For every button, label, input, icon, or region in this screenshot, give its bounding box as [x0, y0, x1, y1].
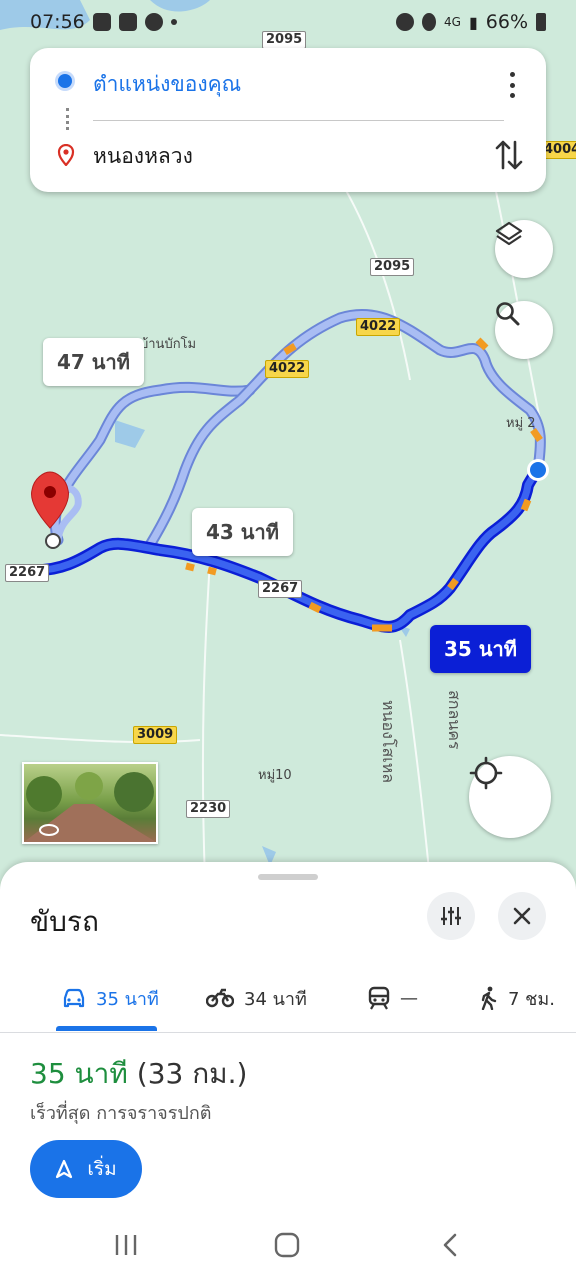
- tab-transit-label: —: [400, 987, 418, 1009]
- road-shield: 2267: [258, 580, 303, 598]
- messenger-icon: [144, 13, 163, 31]
- swap-directions-button[interactable]: [494, 138, 524, 172]
- place-label: หมู่10: [258, 768, 292, 783]
- route-description: เร็วที่สุด การจราจรปกติ: [30, 1103, 212, 1124]
- signal-icon: ▮: [468, 12, 478, 32]
- tab-motorcycle-label: 34 นาที: [244, 988, 307, 1010]
- tab-motorcycle[interactable]: 34 นาที: [206, 966, 307, 1030]
- status-bar: 07:56 4G ▮ 66%: [0, 0, 576, 44]
- route-summary: 35 นาที (33 กม.): [30, 1052, 247, 1096]
- location-icon: [422, 13, 437, 31]
- my-location-button[interactable]: [469, 756, 551, 838]
- travel-mode-tabs: 35 นาที 34 นาที — 7 ชม.: [0, 966, 576, 1033]
- back-button[interactable]: [440, 1232, 460, 1258]
- navigation-arrow-icon: [56, 1159, 73, 1179]
- place-label: หนองโสเหล: [379, 700, 398, 784]
- more-dot: [509, 72, 515, 77]
- tab-driving[interactable]: 35 นาที: [62, 966, 159, 1030]
- street-view-thumbnail[interactable]: [22, 762, 158, 844]
- battery-percent: 66%: [485, 11, 528, 33]
- layers-button[interactable]: [495, 220, 553, 278]
- more-options-button[interactable]: [508, 72, 516, 98]
- more-notifications-icon: [170, 19, 177, 25]
- active-tab-indicator: [56, 1026, 157, 1031]
- line-app-icon: [92, 13, 111, 31]
- origin-field[interactable]: ตำแหน่งของคุณ: [93, 68, 241, 101]
- network-type: 4G: [444, 15, 461, 29]
- tab-driving-label: 35 นาที: [96, 988, 159, 1010]
- road-shield: 4022: [265, 360, 310, 378]
- walk-icon: [481, 986, 497, 1010]
- road-shield: 3009: [133, 726, 178, 744]
- tune-icon: [441, 907, 461, 925]
- route-label-alt-43[interactable]: 43 นาที: [192, 508, 293, 556]
- tab-transit[interactable]: —: [368, 966, 418, 1030]
- eta-duration: 35 นาที: [30, 1057, 128, 1090]
- motorcycle-icon: [206, 988, 234, 1008]
- route-distance: (33 กม.): [136, 1057, 248, 1090]
- tab-walking-label: 7 ชม.: [508, 988, 555, 1010]
- battery-icon: [536, 13, 546, 31]
- sheet-drag-handle[interactable]: [258, 874, 318, 880]
- place-label: บ้านบักโม: [140, 337, 197, 352]
- search-button[interactable]: [495, 301, 553, 359]
- clock: 07:56: [30, 11, 85, 33]
- destination-field[interactable]: หนองหลวง: [93, 140, 193, 173]
- directions-card: ตำแหน่งของคุณ หนองหลวง: [30, 48, 546, 192]
- road-shield: 2230: [186, 800, 231, 818]
- route-options-button[interactable]: [427, 892, 475, 940]
- divider: [93, 120, 504, 121]
- alarm-icon: [396, 13, 415, 31]
- search-icon: [496, 302, 520, 326]
- route-label-alt-47[interactable]: 47 นาที: [43, 338, 144, 386]
- route-label-selected[interactable]: 35 นาที: [430, 625, 531, 673]
- more-dot: [509, 82, 515, 88]
- system-nav-bar: [0, 1212, 576, 1280]
- destination-row[interactable]: หนองหลวง: [30, 126, 546, 186]
- start-label: เริ่ม: [87, 1158, 117, 1180]
- close-icon: [513, 907, 531, 925]
- tab-walking[interactable]: 7 ชม.: [480, 966, 555, 1030]
- layers-icon: [495, 221, 523, 246]
- travel-mode-title: ขับรถ: [30, 905, 99, 938]
- gallery-icon: [118, 13, 137, 31]
- road-shield: 4022: [356, 318, 401, 336]
- origin-row[interactable]: ตำแหน่งของคุณ: [30, 54, 546, 114]
- my-location-icon: [469, 756, 503, 790]
- more-dot: [509, 93, 515, 98]
- road-shield: 2095: [370, 258, 415, 276]
- car-icon: [63, 988, 85, 1008]
- start-navigation-button[interactable]: เริ่ม: [30, 1140, 142, 1198]
- transit-icon: [368, 986, 390, 1010]
- home-button[interactable]: [273, 1231, 301, 1259]
- road-shield: 2267: [5, 564, 50, 582]
- street-view-image: [24, 772, 156, 842]
- recent-apps-button[interactable]: [112, 1232, 140, 1258]
- place-label: หมู่ 2: [506, 416, 536, 431]
- place-label: สกลนคร: [445, 690, 464, 750]
- close-button[interactable]: [498, 892, 546, 940]
